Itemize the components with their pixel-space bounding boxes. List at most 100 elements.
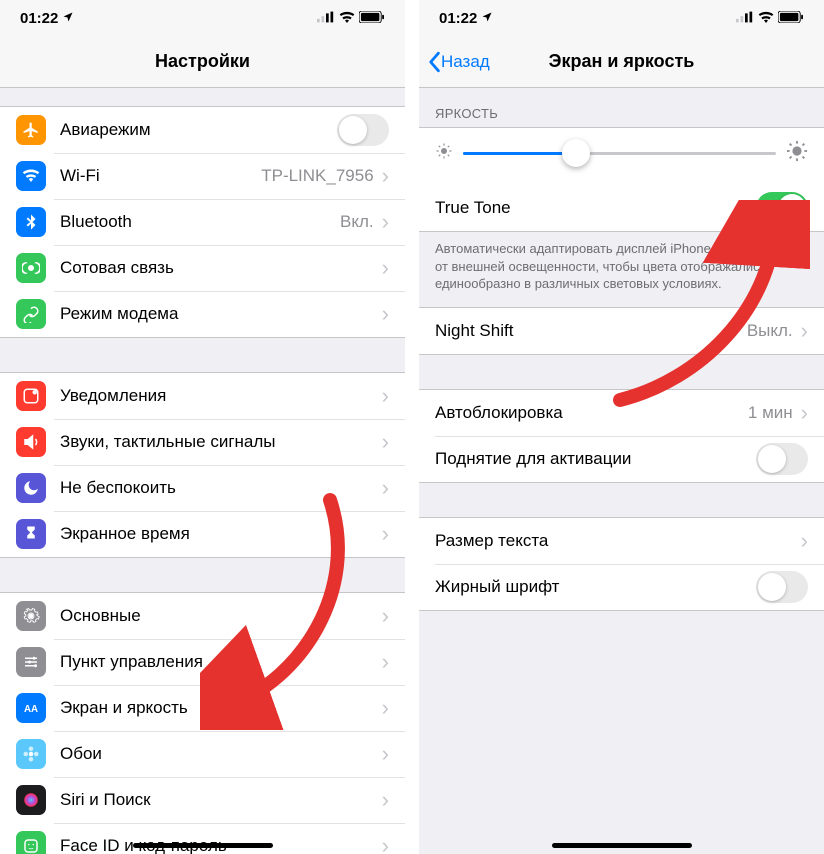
chevron-right-icon: › xyxy=(382,651,389,673)
faceid-icon xyxy=(16,831,46,854)
bell-icon xyxy=(16,381,46,411)
chevron-right-icon: › xyxy=(382,477,389,499)
autolock-group: Автоблокировка 1 мин › Поднятие для акти… xyxy=(419,389,824,483)
bluetooth-icon xyxy=(16,207,46,237)
autolock-value: 1 мин xyxy=(748,403,793,423)
status-time: 01:22 xyxy=(20,10,58,27)
flower-icon xyxy=(16,739,46,769)
row-label: Bluetooth xyxy=(60,212,340,232)
text-group: Размер текста › Жирный шрифт xyxy=(419,517,824,611)
chevron-right-icon: › xyxy=(382,789,389,811)
settings-row-gear[interactable]: Основные› xyxy=(0,593,405,639)
aa-icon: AA xyxy=(16,693,46,723)
settings-row-speaker[interactable]: Звуки, тактильные сигналы› xyxy=(0,419,405,465)
svg-text:AA: AA xyxy=(24,704,38,715)
moon-icon xyxy=(16,473,46,503)
row-label: Siri и Поиск xyxy=(60,790,380,810)
location-icon xyxy=(481,10,493,27)
chevron-right-icon: › xyxy=(382,385,389,407)
night-shift-row[interactable]: Night Shift Выкл. › xyxy=(419,308,824,354)
row-label: Пункт управления xyxy=(60,652,380,672)
text-size-row[interactable]: Размер текста › xyxy=(419,518,824,564)
row-label: Не беспокоить xyxy=(60,478,380,498)
chevron-right-icon: › xyxy=(382,165,389,187)
brightness-header: ЯРКОСТЬ xyxy=(419,88,824,127)
battery-icon xyxy=(359,10,385,27)
gear-icon xyxy=(16,601,46,631)
raise-to-wake-toggle[interactable] xyxy=(756,443,808,475)
row-label: Сотовая связь xyxy=(60,258,380,278)
brightness-slider-row xyxy=(419,128,824,185)
home-indicator[interactable] xyxy=(133,843,273,848)
navbar: Настройки xyxy=(0,36,405,88)
wifi-status-icon xyxy=(758,10,774,27)
row-label: Экран и яркость xyxy=(60,698,380,718)
true-tone-toggle[interactable] xyxy=(756,192,808,224)
back-label: Назад xyxy=(441,52,490,72)
brightness-high-icon xyxy=(786,140,808,167)
settings-row-faceid[interactable]: Face ID и код-пароль› xyxy=(0,823,405,854)
row-label: Wi-Fi xyxy=(60,166,261,186)
bold-text-row[interactable]: Жирный шрифт xyxy=(419,564,824,610)
settings-row-antenna[interactable]: Сотовая связь› xyxy=(0,245,405,291)
settings-row-bell[interactable]: Уведомления› xyxy=(0,373,405,419)
settings-row-aa[interactable]: AA Экран и яркость› xyxy=(0,685,405,731)
siri-icon xyxy=(16,785,46,815)
status-bar: 01:22 xyxy=(419,0,824,36)
status-bar: 01:22 xyxy=(0,0,405,36)
raise-to-wake-row[interactable]: Поднятие для активации xyxy=(419,436,824,482)
settings-row-bluetooth[interactable]: BluetoothВкл. › xyxy=(0,199,405,245)
settings-row-wifi[interactable]: Wi-FiTP-LINK_7956 › xyxy=(0,153,405,199)
row-label: Уведомления xyxy=(60,386,380,406)
chevron-right-icon: › xyxy=(801,402,808,424)
chevron-right-icon: › xyxy=(382,697,389,719)
signal-icon xyxy=(736,10,754,27)
speaker-icon xyxy=(16,427,46,457)
chevron-right-icon: › xyxy=(382,257,389,279)
bold-text-toggle[interactable] xyxy=(756,571,808,603)
brightness-group: True Tone xyxy=(419,127,824,232)
settings-row-airplane[interactable]: Авиарежим xyxy=(0,107,405,153)
row-label: Обои xyxy=(60,744,380,764)
settings-row-siri[interactable]: Siri и Поиск› xyxy=(0,777,405,823)
night-shift-label: Night Shift xyxy=(435,321,747,341)
chevron-right-icon: › xyxy=(382,605,389,627)
settings-group: АвиарежимWi-FiTP-LINK_7956›BluetoothВкл.… xyxy=(0,106,405,338)
brightness-slider[interactable] xyxy=(463,152,776,155)
page-title: Настройки xyxy=(155,51,250,72)
chevron-right-icon: › xyxy=(382,431,389,453)
page-title: Экран и яркость xyxy=(549,51,695,72)
hourglass-icon xyxy=(16,519,46,549)
true-tone-footer: Автоматически адаптировать дисплей iPhon… xyxy=(419,232,824,307)
chevron-right-icon: › xyxy=(382,211,389,233)
true-tone-row[interactable]: True Tone xyxy=(419,185,824,231)
settings-row-hourglass[interactable]: Экранное время› xyxy=(0,511,405,557)
chevron-right-icon: › xyxy=(382,523,389,545)
home-indicator[interactable] xyxy=(552,843,692,848)
nightshift-group: Night Shift Выкл. › xyxy=(419,307,824,355)
navbar: Назад Экран и яркость xyxy=(419,36,824,88)
autolock-row[interactable]: Автоблокировка 1 мин › xyxy=(419,390,824,436)
settings-group: Уведомления›Звуки, тактильные сигналы›Не… xyxy=(0,372,405,558)
row-value: Вкл. xyxy=(340,212,374,232)
wifi-icon xyxy=(16,161,46,191)
link-icon xyxy=(16,299,46,329)
raise-to-wake-label: Поднятие для активации xyxy=(435,449,756,469)
row-label: Режим модема xyxy=(60,304,380,324)
back-button[interactable]: Назад xyxy=(427,51,490,73)
battery-icon xyxy=(778,10,804,27)
row-label: Основные xyxy=(60,606,380,626)
settings-row-sliders[interactable]: Пункт управления› xyxy=(0,639,405,685)
row-toggle[interactable] xyxy=(337,114,389,146)
display-brightness-screen: 01:22 Назад Экран и яркость ЯРКОСТЬ xyxy=(419,0,824,854)
settings-row-moon[interactable]: Не беспокоить› xyxy=(0,465,405,511)
settings-screen: 01:22 Настройки АвиарежимWi-FiTP-LINK_79… xyxy=(0,0,405,854)
settings-row-flower[interactable]: Обои› xyxy=(0,731,405,777)
settings-row-link[interactable]: Режим модема› xyxy=(0,291,405,337)
chevron-right-icon: › xyxy=(382,303,389,325)
row-value: TP-LINK_7956 xyxy=(261,166,373,186)
status-time: 01:22 xyxy=(439,10,477,27)
brightness-low-icon xyxy=(435,142,453,165)
wifi-status-icon xyxy=(339,10,355,27)
antenna-icon xyxy=(16,253,46,283)
